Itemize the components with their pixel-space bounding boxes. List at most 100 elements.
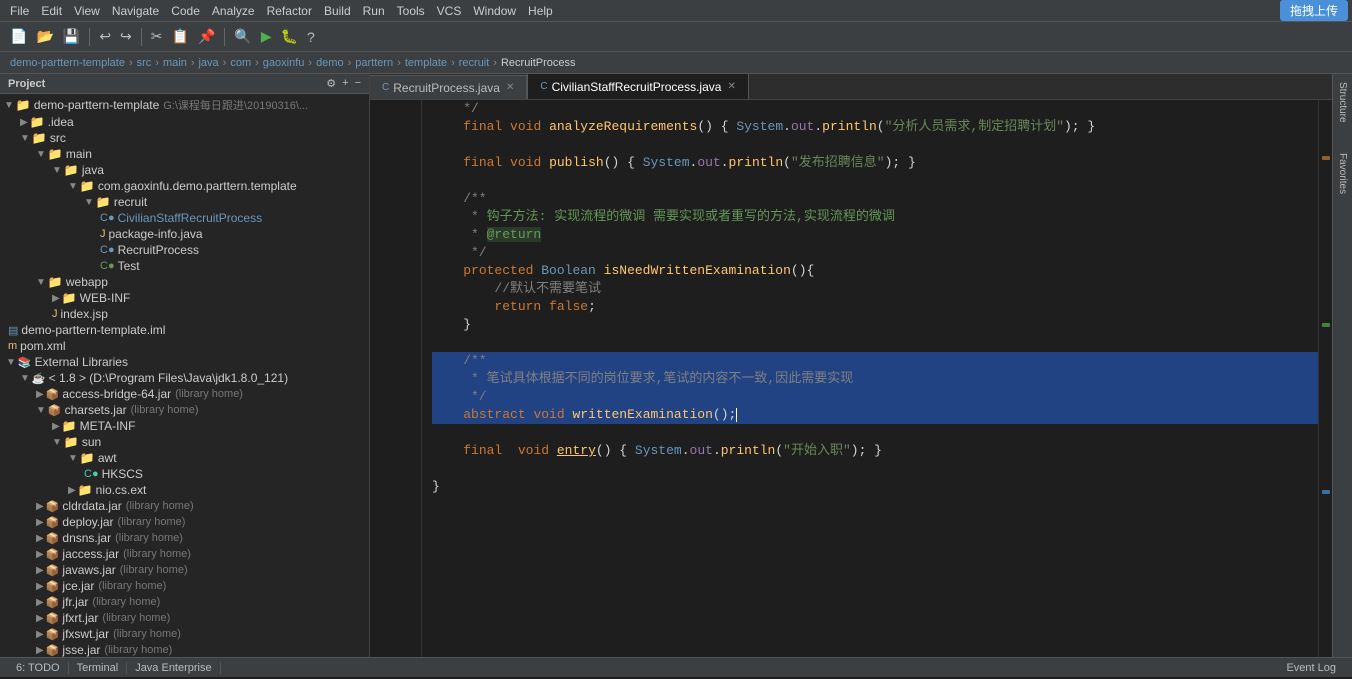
code-text[interactable]: */ final void analyzeRequirements() { Sy…	[422, 100, 1318, 657]
menu-window[interactable]: Window	[473, 4, 516, 18]
tree-item[interactable]: ▼ 📁 main	[0, 146, 369, 162]
tree-item-dnsns[interactable]: ▶ 📦 dnsns.jar (library home)	[0, 530, 369, 546]
tree-label: awt	[98, 451, 117, 465]
tree-item[interactable]: ▼ 📁 com.gaoxinfu.demo.parttern.template	[0, 178, 369, 194]
tab-recruitprocess[interactable]: C RecruitProcess.java ✕	[370, 75, 527, 99]
status-todo[interactable]: 6: TODO	[8, 662, 69, 674]
menu-run[interactable]: Run	[363, 4, 385, 18]
menu-help[interactable]: Help	[528, 4, 553, 18]
toolbar-run[interactable]: ▶	[257, 26, 276, 47]
menu-vcs[interactable]: VCS	[437, 4, 462, 18]
tree-item-jar1[interactable]: ▶ 📦 access-bridge-64.jar (library home)	[0, 386, 369, 402]
tree-item[interactable]: ▼ 📁 src	[0, 130, 369, 146]
tree-sub: (library home)	[115, 532, 183, 544]
tree-item-iml[interactable]: ▤ demo-parttern-template.iml	[0, 322, 369, 338]
jar-icon: 📦	[48, 404, 62, 417]
status-event-log[interactable]: Event Log	[1278, 662, 1344, 674]
breadcrumb-src[interactable]: src	[137, 57, 152, 69]
breadcrumb-com[interactable]: com	[230, 57, 251, 69]
status-java-enterprise[interactable]: Java Enterprise	[127, 662, 220, 674]
tree-item-civilianstaff[interactable]: C● CivilianStaffRecruitProcess	[0, 210, 369, 226]
toolbar-redo[interactable]: ↪	[116, 26, 136, 47]
menu-edit[interactable]: Edit	[41, 4, 62, 18]
menu-analyze[interactable]: Analyze	[212, 4, 255, 18]
tree-item[interactable]: ▼ 📁 recruit	[0, 194, 369, 210]
tree-item-cldr[interactable]: ▶ 📦 cldrdata.jar (library home)	[0, 498, 369, 514]
toolbar-new[interactable]: 📄	[6, 26, 31, 47]
tree-item-jfr[interactable]: ▶ 📦 jfr.jar (library home)	[0, 594, 369, 610]
breadcrumb-recruit[interactable]: recruit	[459, 57, 490, 69]
breadcrumb-class[interactable]: RecruitProcess	[501, 57, 576, 69]
breadcrumb-root[interactable]: demo-parttern-template	[10, 57, 125, 69]
tree-item-jce[interactable]: ▶ 📦 jce.jar (library home)	[0, 578, 369, 594]
folder-icon: 📁	[64, 163, 79, 177]
tree-item-nio[interactable]: ▶ 📁 nio.cs.ext	[0, 482, 369, 498]
tree-item-pom[interactable]: m pom.xml	[0, 338, 369, 354]
folder-icon: 📁	[62, 419, 77, 433]
toolbar-undo[interactable]: ↩	[95, 26, 115, 47]
jar-icon: 📦	[46, 644, 60, 657]
status-terminal[interactable]: Terminal	[69, 662, 128, 674]
toolbar-cut[interactable]: ✂	[147, 26, 167, 47]
menu-tools[interactable]: Tools	[397, 4, 425, 18]
tree-item-jaccess[interactable]: ▶ 📦 jaccess.jar (library home)	[0, 546, 369, 562]
tree-label: WEB-INF	[80, 291, 131, 305]
tree-item[interactable]: ▼ 📁 demo-parttern-template G:\课程每日跟进\201…	[0, 96, 369, 114]
toolbar-open[interactable]: 📂	[32, 26, 57, 47]
breadcrumb-main[interactable]: main	[163, 57, 187, 69]
tree-item-recruitprocess[interactable]: C● RecruitProcess	[0, 242, 369, 258]
tree-sub: (library home)	[126, 500, 194, 512]
tree-item-metainf[interactable]: ▶ 📁 META-INF	[0, 418, 369, 434]
tree-item-jar2[interactable]: ▼ 📦 charsets.jar (library home)	[0, 402, 369, 418]
tree-item[interactable]: ▶ 📁 .idea	[0, 114, 369, 130]
tree-item-deploy[interactable]: ▶ 📦 deploy.jar (library home)	[0, 514, 369, 530]
tree-item[interactable]: ▼ 📁 java	[0, 162, 369, 178]
jar-icon: 📦	[46, 532, 60, 545]
tab-recruitprocess-close[interactable]: ✕	[506, 82, 514, 93]
upload-button[interactable]: 拖拽上传	[1280, 0, 1348, 21]
tree-item-jfxrt[interactable]: ▶ 📦 jfxrt.jar (library home)	[0, 610, 369, 626]
tree-item-awt[interactable]: ▼ 📁 awt	[0, 450, 369, 466]
tree-item-extlibs[interactable]: ▼ 📚 External Libraries	[0, 354, 369, 370]
menu-code[interactable]: Code	[171, 4, 200, 18]
tree-item-indexjsp[interactable]: J index.jsp	[0, 306, 369, 322]
menu-view[interactable]: View	[74, 4, 100, 18]
tree-item-hkscs[interactable]: C● HKSCS	[0, 466, 369, 482]
menu-file[interactable]: File	[10, 4, 29, 18]
code-editor[interactable]: */ final void analyzeRequirements() { Sy…	[370, 100, 1332, 657]
tree-item-sun[interactable]: ▼ 📁 sun	[0, 434, 369, 450]
toolbar-debug[interactable]: 🐛	[277, 26, 302, 47]
tree-item-jsse[interactable]: ▶ 📦 jsse.jar (library home)	[0, 642, 369, 657]
sidebar-gear-icon[interactable]: ⚙	[326, 77, 336, 90]
breadcrumb-gaoxinfu[interactable]: gaoxinfu	[263, 57, 305, 69]
menu-build[interactable]: Build	[324, 4, 351, 18]
tab-civilianstaff[interactable]: C CivilianStaffRecruitProcess.java ✕	[527, 74, 748, 99]
toolbar-help[interactable]: ?	[303, 27, 319, 47]
breadcrumb-template[interactable]: template	[405, 57, 447, 69]
breadcrumb-demo[interactable]: demo	[316, 57, 344, 69]
toolbar-paste[interactable]: 📌	[194, 26, 219, 47]
toolbar-find[interactable]: 🔍	[230, 26, 255, 47]
menu-bar: File Edit View Navigate Code Analyze Ref…	[0, 0, 1352, 22]
toolbar-copy[interactable]: 📋	[168, 26, 193, 47]
tree-item-webapp[interactable]: ▼ 📁 webapp	[0, 274, 369, 290]
tree-item-test[interactable]: C● Test	[0, 258, 369, 274]
tree-item-jdk[interactable]: ▼ ☕ < 1.8 > (D:\Program Files\Java\jdk1.…	[0, 370, 369, 386]
breadcrumb-parttern[interactable]: parttern	[355, 57, 393, 69]
sidebar-minus-icon[interactable]: −	[355, 77, 361, 90]
tree-item-jfxswt[interactable]: ▶ 📦 jfxswt.jar (library home)	[0, 626, 369, 642]
sidebar-plus-icon[interactable]: +	[342, 77, 348, 90]
tab-civilianstaff-close[interactable]: ✕	[727, 81, 735, 92]
menu-navigate[interactable]: Navigate	[112, 4, 159, 18]
toolbar-save[interactable]: 💾	[59, 26, 84, 47]
expand-icon: ▼	[6, 357, 16, 368]
tree-item-webinf[interactable]: ▶ 📁 WEB-INF	[0, 290, 369, 306]
tree-item-packageinfo[interactable]: J package-info.java	[0, 226, 369, 242]
expand-icon: ▼	[4, 100, 14, 111]
tree-item-javaws[interactable]: ▶ 📦 javaws.jar (library home)	[0, 562, 369, 578]
breadcrumb-java[interactable]: java	[198, 57, 218, 69]
menu-refactor[interactable]: Refactor	[267, 4, 312, 18]
side-tab-favorites[interactable]: Favorites	[1337, 149, 1348, 198]
expand-icon: ▶	[36, 629, 44, 640]
side-tab-structure[interactable]: Structure	[1337, 78, 1348, 127]
